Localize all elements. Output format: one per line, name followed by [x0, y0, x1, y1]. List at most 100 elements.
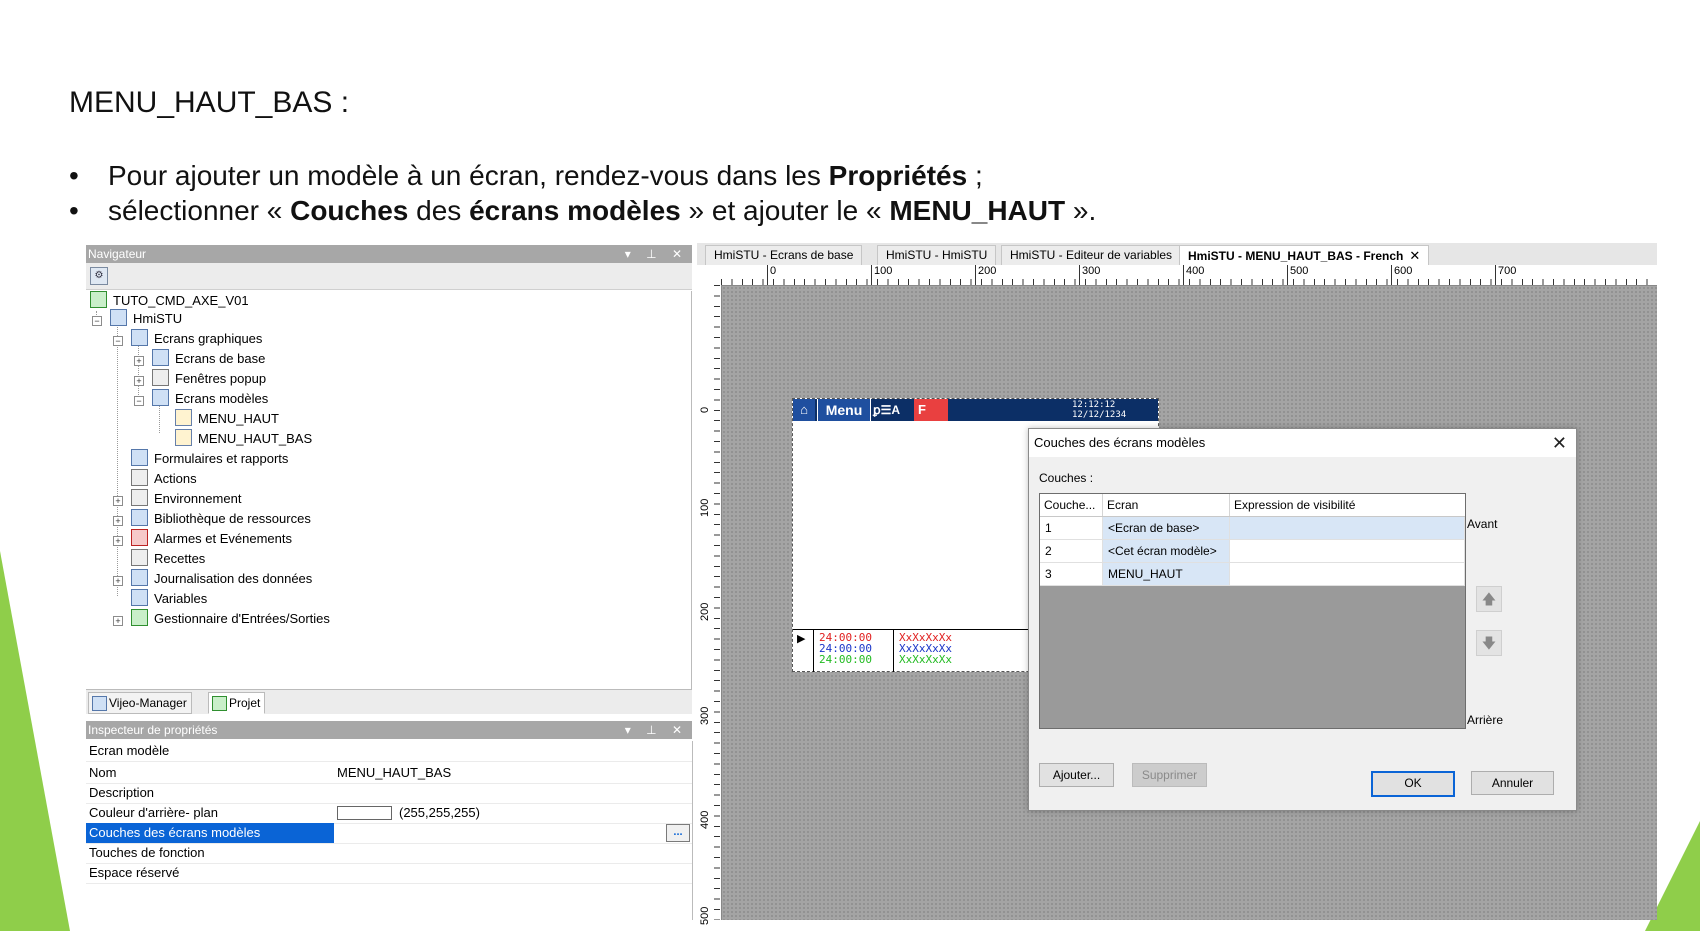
property-row-nom[interactable]: Nom MENU_HAUT_BAS — [86, 763, 692, 784]
collapse-toggle[interactable]: − — [92, 316, 102, 326]
ruler-label: 600 — [1390, 265, 1413, 285]
dialog-title: Couches des écrans modèles — [1034, 435, 1206, 450]
cancel-button[interactable]: Annuler — [1471, 771, 1554, 795]
column-header-layer[interactable]: Couche... — [1040, 494, 1103, 516]
expand-toggle[interactable]: + — [113, 516, 123, 526]
layer-visibility-expression[interactable] — [1230, 517, 1465, 539]
layer-screen[interactable]: <Cet écran modèle> — [1103, 540, 1230, 562]
collapse-toggle[interactable]: − — [134, 396, 144, 406]
tree-item-hmistu[interactable]: HmiSTU — [110, 309, 182, 329]
vijeo-designer-screenshot: Navigateur ▾ ⊥ ✕ ⚙ TUTO_CMD_AXE_V01 − Hm… — [86, 243, 1657, 925]
tree-item-label: HmiSTU — [133, 311, 183, 326]
color-swatch[interactable] — [337, 806, 392, 820]
expand-toggle[interactable]: + — [134, 376, 144, 386]
base-screens-icon — [152, 349, 169, 366]
expand-toggle[interactable]: + — [113, 496, 123, 506]
column-header-screen[interactable]: Ecran — [1103, 494, 1230, 516]
tab-label: Vijeo-Manager — [109, 696, 187, 710]
tree-item-recettes[interactable]: Recettes — [131, 549, 205, 569]
tree-item-fenetres-popup[interactable]: Fenêtres popup — [152, 369, 266, 389]
io-manager-icon — [131, 609, 148, 626]
arrow-up-icon[interactable]: 🡅 — [1476, 586, 1502, 612]
tree-item-label: Journalisation des données — [154, 571, 313, 586]
variables-icon — [131, 589, 148, 606]
alarm-indicator[interactable]: F I — [914, 399, 948, 439]
tree-item-variables[interactable]: Variables — [131, 589, 207, 609]
tree-item-gestionnaire-es[interactable]: Gestionnaire d'Entrées/Sorties — [131, 609, 330, 629]
table-row[interactable]: 1 <Ecran de base> — [1040, 517, 1465, 540]
tree-item-menu-haut-bas[interactable]: MENU_HAUT_BAS — [175, 429, 312, 449]
ruler-label: 200 — [699, 602, 711, 621]
home-icon[interactable]: ⌂ — [793, 399, 815, 421]
collapse-toggle[interactable]: − — [113, 336, 123, 346]
layer-screen[interactable]: <Ecran de base> — [1103, 517, 1230, 539]
navigator-title: Navigateur — [88, 247, 147, 261]
layer-visibility-expression[interactable] — [1230, 563, 1465, 585]
tree-item-ecrans-modeles[interactable]: Ecrans modèles — [152, 389, 268, 409]
tree-item-formulaires[interactable]: Formulaires et rapports — [131, 449, 288, 469]
popup-windows-icon — [152, 369, 169, 386]
column-divider — [893, 630, 894, 672]
layer-screen[interactable]: MENU_HAUT — [1103, 563, 1230, 585]
environment-icon — [131, 489, 148, 506]
expand-toggle[interactable]: + — [134, 356, 144, 366]
menu-tools-icons[interactable]: ꝑ☰A — [873, 399, 913, 421]
navigator-tabs: Vijeo-Manager Projet — [86, 689, 692, 714]
property-name: Nom — [89, 765, 117, 780]
arrow-down-icon[interactable]: 🡇 — [1476, 630, 1502, 656]
expand-toggle[interactable]: + — [113, 536, 123, 546]
tree-item-project[interactable]: TUTO_CMD_AXE_V01 — [90, 291, 249, 311]
tree-line — [117, 321, 118, 596]
doc-tab-hmistu[interactable]: HmiSTU - HmiSTU — [877, 245, 997, 266]
expand-toggle[interactable]: + — [113, 616, 123, 626]
ruler-label: 100 — [870, 265, 893, 285]
template-screen-icon — [175, 409, 192, 426]
menu-bar[interactable]: ⌂ Menu ꝑ☰A F I 12:12:12 12/12/1234 — [793, 399, 1158, 439]
expand-toggle[interactable]: + — [113, 576, 123, 586]
tree-item-ecrans-graphiques[interactable]: Ecrans graphiques — [131, 329, 262, 349]
ok-button[interactable]: OK — [1371, 771, 1455, 797]
column-header-visibility[interactable]: Expression de visibilité — [1230, 494, 1465, 516]
doc-tab-editeur-variables[interactable]: HmiSTU - Editeur de variables — [1001, 245, 1182, 266]
tree-item-bibliotheque[interactable]: Bibliothèque de ressources — [131, 509, 311, 529]
close-icon[interactable]: ✕ — [1409, 248, 1420, 263]
tree-item-environnement[interactable]: Environnement — [131, 489, 241, 509]
property-row-function-keys[interactable]: Touches de fonction — [86, 843, 692, 864]
property-row-background-color[interactable]: Couleur d'arrière- plan (255,255,255) — [86, 803, 692, 824]
panel-window-controls[interactable]: ▾ ⊥ ✕ — [625, 245, 688, 263]
dialog-titlebar: Couches des écrans modèles ✕ — [1029, 429, 1576, 457]
menu-button[interactable]: Menu — [817, 399, 871, 421]
layers-label: Couches : — [1039, 471, 1094, 485]
tree-item-alarmes[interactable]: Alarmes et Evénements — [131, 529, 292, 549]
grid-header: Couche... Ecran Expression de visibilité — [1040, 494, 1465, 517]
panel-window-controls[interactable]: ▾ ⊥ ✕ — [625, 721, 688, 739]
recipes-icon — [131, 549, 148, 566]
add-button[interactable]: Ajouter... — [1039, 763, 1114, 787]
doc-tab-menu-haut-bas[interactable]: HmiSTU - MENU_HAUT_BAS - French ✕ — [1179, 245, 1430, 266]
table-row[interactable]: 2 <Cet écran modèle> — [1040, 540, 1465, 563]
tree-item-journalisation[interactable]: Journalisation des données — [131, 569, 312, 589]
properties-icon[interactable]: ⚙ — [90, 267, 108, 285]
property-name: Espace réservé — [89, 865, 180, 880]
property-row-reserved-space[interactable]: Espace réservé — [86, 863, 692, 884]
property-row-description[interactable]: Description — [86, 783, 692, 804]
layer-visibility-expression[interactable] — [1230, 540, 1465, 562]
tree-item-label: MENU_HAUT_BAS — [198, 431, 313, 446]
tree-item-label: Alarmes et Evénements — [154, 531, 293, 546]
tab-vijeo-manager[interactable]: Vijeo-Manager — [88, 692, 192, 714]
tab-label: HmiSTU - Editeur de variables — [1010, 248, 1173, 262]
edit-layers-button[interactable]: ... — [666, 824, 690, 842]
doc-tab-ecrans-de-base[interactable]: HmiSTU - Ecrans de base — [705, 245, 863, 266]
close-icon[interactable]: ✕ — [1552, 429, 1567, 457]
ruler-label: 400 — [699, 810, 711, 829]
property-name: Couches des écrans modèles — [86, 823, 334, 843]
tree-item-actions[interactable]: Actions — [131, 469, 197, 489]
property-row-template-layers[interactable]: Couches des écrans modèles... — [86, 823, 692, 844]
tab-projet[interactable]: Projet — [208, 692, 266, 714]
delete-button[interactable]: Supprimer — [1132, 763, 1207, 787]
property-value[interactable]: MENU_HAUT_BAS — [337, 763, 451, 783]
table-row[interactable]: 3 MENU_HAUT — [1040, 563, 1465, 586]
tree-item-menu-haut[interactable]: MENU_HAUT — [175, 409, 279, 429]
screen-editor: HmiSTU - Ecrans de base HmiSTU - HmiSTU … — [697, 243, 1657, 925]
tree-item-ecrans-de-base[interactable]: Ecrans de base — [152, 349, 265, 369]
